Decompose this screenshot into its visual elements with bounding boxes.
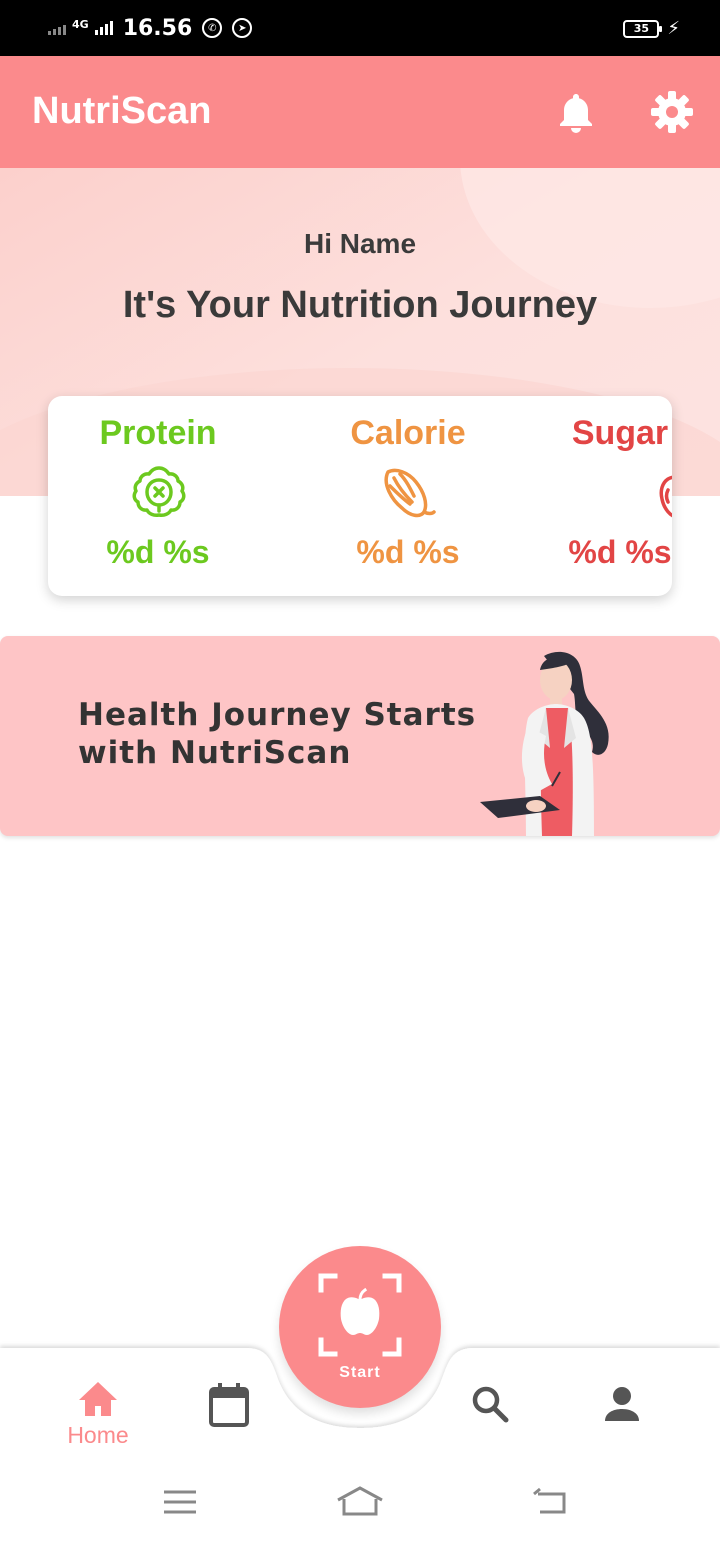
calendar-icon xyxy=(209,1383,249,1427)
signal-icon xyxy=(48,21,66,35)
calorie-metric[interactable]: Calorie %d %s xyxy=(308,396,508,596)
nav-profile[interactable] xyxy=(582,1380,662,1450)
protein-label: Protein xyxy=(99,414,217,452)
apple-icon xyxy=(659,475,672,518)
bell-icon[interactable] xyxy=(556,90,596,134)
protein-value: %d %s xyxy=(106,534,210,570)
sugar-label: Sugar xyxy=(571,414,669,452)
system-nav-bar xyxy=(0,1464,720,1544)
back-icon[interactable] xyxy=(524,1482,572,1522)
nav-home[interactable]: Home xyxy=(58,1380,138,1450)
start-label: Start xyxy=(339,1364,381,1381)
calorie-value: %d %s xyxy=(356,534,460,570)
nutrition-card: Protein %d %s Calorie %d %s Sugar %d %s xyxy=(48,396,672,596)
menu-icon[interactable] xyxy=(156,1482,204,1522)
calorie-label: Calorie xyxy=(350,414,466,452)
nav-home-label: Home xyxy=(67,1422,129,1448)
home-outline-icon[interactable] xyxy=(336,1482,384,1522)
banner-line-2: with NutriScan xyxy=(78,735,352,771)
status-left: 4G 16.56 ✆ ➤ xyxy=(48,12,253,44)
promo-banner[interactable]: Health Journey Starts with NutriScan xyxy=(0,636,720,836)
battery-level: 35 xyxy=(633,22,650,35)
banner-text: Health Journey Starts with NutriScan xyxy=(78,696,478,772)
app-title: NutriScan xyxy=(32,90,212,132)
status-time: 16.56 xyxy=(122,15,193,41)
start-scan-button[interactable]: Start xyxy=(279,1246,441,1408)
food-icon xyxy=(384,468,436,518)
status-right: 35 ⚡ xyxy=(623,18,680,39)
doctor-illustration xyxy=(480,651,609,836)
sugar-value: %d %s xyxy=(568,534,672,570)
nav-calendar[interactable] xyxy=(189,1380,269,1450)
charging-icon: ⚡ xyxy=(667,18,680,39)
status-bar: 4G 16.56 ✆ ➤ 35 ⚡ xyxy=(0,0,720,56)
telegram-icon: ➤ xyxy=(232,18,253,38)
protein-metric[interactable]: Protein %d %s xyxy=(58,396,258,596)
app-bar: NutriScan xyxy=(0,56,720,168)
lettuce-icon xyxy=(132,466,186,517)
network-type: 4G xyxy=(72,18,89,31)
banner-line-1: Health Journey Starts xyxy=(78,697,477,733)
battery-icon: 35 xyxy=(623,19,663,38)
sugar-metric[interactable]: Sugar %d %s xyxy=(520,396,672,596)
scan-icon xyxy=(318,1273,402,1357)
tagline-text: It's Your Nutrition Journey xyxy=(122,284,598,326)
greeting-text: Hi Name xyxy=(303,228,417,259)
nav-search[interactable] xyxy=(450,1380,530,1450)
signal-icon-2 xyxy=(94,21,113,35)
whatsapp-icon: ✆ xyxy=(202,18,223,38)
gear-icon[interactable] xyxy=(650,90,694,134)
search-icon xyxy=(472,1386,509,1423)
home-icon xyxy=(79,1382,117,1416)
person-icon xyxy=(605,1387,639,1421)
